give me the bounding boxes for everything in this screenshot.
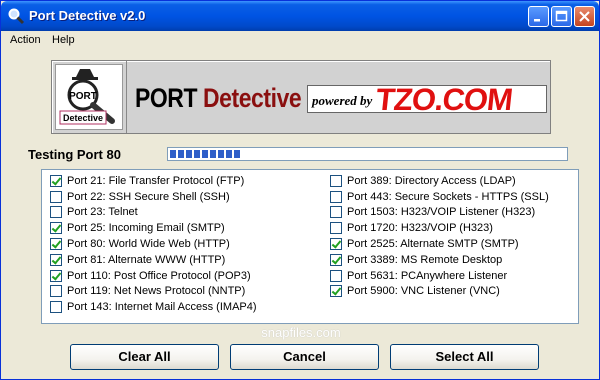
window-title: Port Detective v2.0	[29, 8, 146, 23]
port-row[interactable]: Port 5631: PCAnywhere Listener	[330, 268, 549, 284]
port-checkbox[interactable]	[50, 269, 62, 282]
brand-part-1: PORT	[135, 83, 204, 113]
brand-wordmark: PORT Detective	[135, 83, 302, 114]
logo-subtext: Detective	[63, 113, 103, 123]
port-label: Port 81: Alternate WWW (HTTP)	[67, 253, 226, 266]
banner-divider	[126, 61, 127, 133]
port-checkbox[interactable]	[50, 206, 62, 219]
port-row[interactable]: Port 443: Secure Sockets - HTTPS (SSL)	[330, 189, 549, 205]
port-row[interactable]: Port 2525: Alternate SMTP (SMTP)	[330, 236, 549, 252]
progress-segment	[178, 150, 184, 158]
progress-segment	[194, 150, 200, 158]
minimize-icon	[534, 19, 540, 22]
tzo-logo: TZO.COM	[374, 82, 514, 117]
progress-segment	[186, 150, 192, 158]
menu-bar: Action Help	[1, 31, 599, 49]
port-checkbox[interactable]	[330, 269, 342, 282]
port-row[interactable]: Port 22: SSH Secure Shell (SSH)	[50, 189, 257, 205]
port-label: Port 119: Net News Protocol (NNTP)	[67, 285, 246, 298]
port-checkbox[interactable]	[50, 238, 62, 251]
port-checkbox[interactable]	[330, 285, 342, 298]
port-label: Port 389: Directory Access (LDAP)	[347, 174, 516, 187]
port-label: Port 143: Internet Mail Access (IMAP4)	[67, 301, 257, 314]
port-label: Port 23: Telnet	[67, 206, 138, 219]
port-row[interactable]: Port 110: Post Office Protocol (POP3)	[50, 268, 257, 284]
port-label: Port 5631: PCAnywhere Listener	[347, 269, 508, 282]
port-checkbox[interactable]	[50, 174, 62, 187]
select-all-button[interactable]: Select All	[390, 344, 539, 370]
port-checkbox[interactable]	[50, 285, 62, 298]
close-button[interactable]	[574, 6, 595, 27]
close-icon	[579, 11, 590, 22]
menu-action[interactable]: Action	[10, 34, 41, 46]
ports-column-right: Port 389: Directory Access (LDAP) Port 44…	[330, 173, 549, 299]
port-label: Port 80: World Wide Web (HTTP)	[67, 238, 230, 251]
port-row[interactable]: Port 389: Directory Access (LDAP)	[330, 173, 549, 189]
port-row[interactable]: Port 1503: H323/VOIP Listener (H323)	[330, 205, 549, 221]
port-checkbox[interactable]	[50, 222, 62, 235]
minimize-button[interactable]	[528, 6, 549, 27]
progress-segment	[226, 150, 232, 158]
progress-segment	[170, 150, 176, 158]
port-label: Port 3389: MS Remote Desktop	[347, 253, 503, 266]
port-label: Port 21: File Transfer Protocol (FTP)	[67, 174, 245, 187]
port-row[interactable]: Port 1720: H323/VOIP (H323)	[330, 220, 549, 236]
brand-part-2: Detective	[203, 83, 302, 113]
app-window: Port Detective v2.0 Action Help PORT Det…	[0, 0, 600, 380]
detective-magnifier-icon: PORT Detective	[59, 69, 115, 125]
progress-segment	[202, 150, 208, 158]
port-checkbox[interactable]	[330, 190, 342, 203]
port-row[interactable]: Port 81: Alternate WWW (HTTP)	[50, 252, 257, 268]
port-row[interactable]: Port 143: Internet Mail Access (IMAP4)	[50, 299, 257, 315]
maximize-icon	[555, 10, 568, 22]
port-checkbox[interactable]	[50, 190, 62, 203]
magnifier-icon	[8, 8, 25, 25]
clear-all-button[interactable]: Clear All	[70, 344, 219, 370]
scan-progress-bar	[167, 147, 568, 161]
port-label: Port 1720: H323/VOIP (H323)	[347, 222, 493, 235]
cancel-button[interactable]: Cancel	[230, 344, 379, 370]
port-label: Port 2525: Alternate SMTP (SMTP)	[347, 238, 519, 251]
port-row[interactable]: Port 119: Net News Protocol (NNTP)	[50, 284, 257, 300]
port-row[interactable]: Port 80: World Wide Web (HTTP)	[50, 236, 257, 252]
port-row[interactable]: Port 21: File Transfer Protocol (FTP)	[50, 173, 257, 189]
port-label: Port 22: SSH Secure Shell (SSH)	[67, 190, 230, 203]
port-row[interactable]: Port 23: Telnet	[50, 205, 257, 221]
powered-by-tzo: powered by TZO.COM	[307, 82, 547, 117]
port-checkbox[interactable]	[330, 174, 342, 187]
progress-segment	[210, 150, 216, 158]
menu-help[interactable]: Help	[52, 34, 75, 46]
powered-by-text: powered by	[312, 93, 373, 108]
port-checkbox[interactable]	[50, 301, 62, 314]
detective-logo: PORT Detective	[55, 64, 123, 130]
port-checkbox[interactable]	[330, 222, 342, 235]
port-checkbox[interactable]	[330, 238, 342, 251]
port-checkbox[interactable]	[330, 253, 342, 266]
port-row[interactable]: Port 25: Incoming Email (SMTP)	[50, 220, 257, 236]
port-checkbox[interactable]	[50, 253, 62, 266]
port-row[interactable]: Port 3389: MS Remote Desktop	[330, 252, 549, 268]
maximize-button[interactable]	[551, 6, 572, 27]
banner: PORT Detective PORT Detective powered by…	[51, 60, 551, 134]
progress-segment	[234, 150, 240, 158]
ports-column-left: Port 21: File Transfer Protocol (FTP) Por…	[50, 173, 257, 315]
port-row[interactable]: Port 5900: VNC Listener (VNC)	[330, 284, 549, 300]
port-label: Port 5900: VNC Listener (VNC)	[347, 285, 500, 298]
watermark: snapfiles.com	[261, 325, 341, 340]
port-label: Port 25: Incoming Email (SMTP)	[67, 222, 225, 235]
logo-text: PORT	[69, 91, 97, 102]
progress-segment	[218, 150, 224, 158]
testing-status: Testing Port 80	[28, 147, 121, 162]
ports-list-panel: Port 21: File Transfer Protocol (FTP) Por…	[41, 169, 579, 324]
port-checkbox[interactable]	[330, 206, 342, 219]
port-label: Port 443: Secure Sockets - HTTPS (SSL)	[347, 190, 549, 203]
port-label: Port 110: Post Office Protocol (POP3)	[67, 269, 251, 282]
port-label: Port 1503: H323/VOIP Listener (H323)	[347, 206, 536, 219]
title-bar[interactable]: Port Detective v2.0	[1, 1, 599, 31]
